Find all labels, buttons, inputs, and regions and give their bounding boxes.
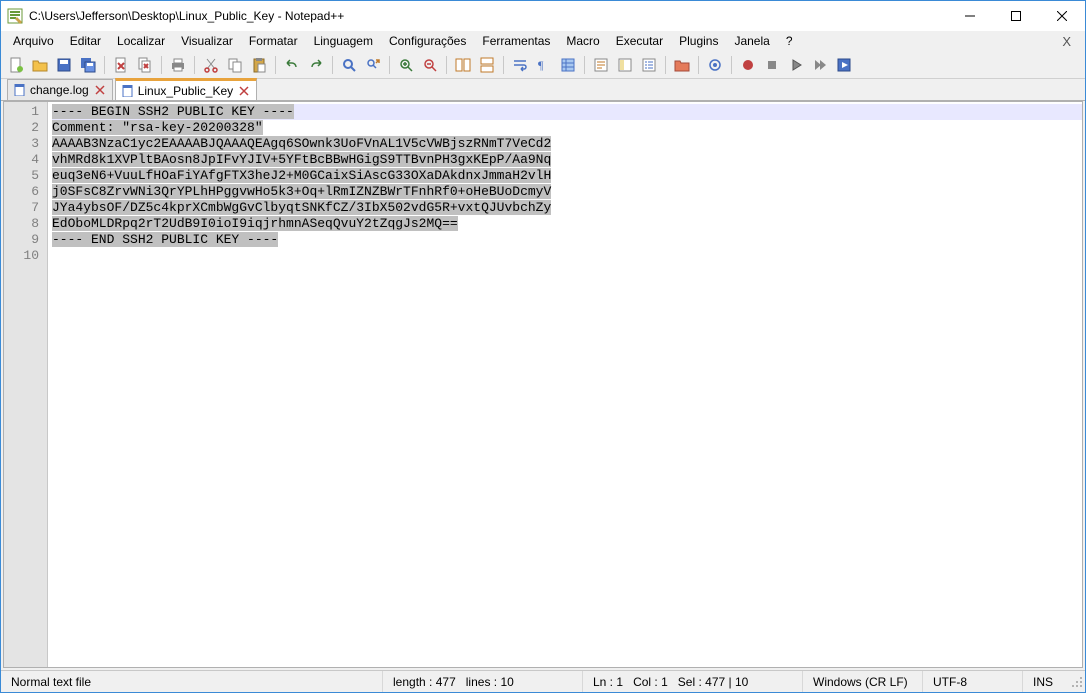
status-eol: Windows (CR LF) [803,671,923,692]
lang-udl-icon[interactable] [590,54,612,76]
menu-arquivo[interactable]: Arquivo [5,32,62,50]
status-position: Ln : 1 Col : 1 Sel : 477 | 10 [583,671,803,692]
maximize-button[interactable] [993,1,1039,31]
play-icon[interactable] [785,54,807,76]
title-bar: C:\Users\Jefferson\Desktop\Linux_Public_… [1,1,1085,31]
file-icon [14,84,26,96]
play-multi-icon[interactable] [809,54,831,76]
toolbar-separator [731,56,732,74]
editor-line[interactable]: euq3eN6+VuuLfHOaFiYAfgFTX3heJ2+M0GCaixSi… [52,168,1082,184]
toolbar-separator [446,56,447,74]
editor-area: 12345678910 ---- BEGIN SSH2 PUBLIC KEY -… [3,101,1083,668]
tab-change-log[interactable]: change.log [7,79,113,100]
monitor-icon[interactable] [704,54,726,76]
editor-line[interactable]: JYa4ybsOF/DZ5c4kprXCmbWgGvClbyqtSNKfCZ/3… [52,200,1082,216]
menu-plugins[interactable]: Plugins [671,32,726,50]
status-insert-mode: INS [1023,671,1067,692]
zoom-out-icon[interactable] [419,54,441,76]
menu-linguagem[interactable]: Linguagem [306,32,381,50]
toolbar-separator [389,56,390,74]
indent-guide-icon[interactable] [557,54,579,76]
tab-label: change.log [30,83,89,97]
sync-v-icon[interactable] [452,54,474,76]
close-window-button[interactable] [1039,1,1085,31]
status-length: length : 477 lines : 10 [383,671,583,692]
cut-icon[interactable] [200,54,222,76]
doc-map-icon[interactable] [614,54,636,76]
editor-line[interactable]: AAAAB3NzaC1yc2EAAAABJQAAAQEAgq6SOwnk3UoF… [52,136,1082,152]
toolbar-separator [161,56,162,74]
toolbar-separator [104,56,105,74]
minimize-button[interactable] [947,1,993,31]
toolbar-separator [332,56,333,74]
menu-localizar[interactable]: Localizar [109,32,173,50]
menu-macro[interactable]: Macro [558,32,607,50]
stop-icon[interactable] [761,54,783,76]
editor-line[interactable]: Comment: "rsa-key-20200328" [52,120,1082,136]
status-bar: Normal text file length : 477 lines : 10… [1,670,1085,692]
editor-line[interactable]: vhMRd8k1XVPltBAosn8JpIFvYJIV+5YFtBcBBwHG… [52,152,1082,168]
find-icon[interactable] [338,54,360,76]
toolbar-separator [194,56,195,74]
status-file-type: Normal text file [1,671,383,692]
menu-configura-es[interactable]: Configurações [381,32,474,50]
menu-ferramentas[interactable]: Ferramentas [474,32,558,50]
tab-close-icon[interactable] [94,84,106,96]
menu-janela[interactable]: Janela [726,32,777,50]
editor-line[interactable]: j0SFsC8ZrvWNi3QrYPLhHPggvwHo5k3+Oq+lRmIZ… [52,184,1082,200]
editor-line[interactable]: ---- BEGIN SSH2 PUBLIC KEY ---- [52,104,1082,120]
window-title: C:\Users\Jefferson\Desktop\Linux_Public_… [29,9,344,23]
toolbar-separator [584,56,585,74]
zoom-in-icon[interactable] [395,54,417,76]
file-icon [122,85,134,97]
svg-text:¶: ¶ [538,58,544,72]
replace-icon[interactable] [362,54,384,76]
menu--[interactable]: ? [778,32,801,50]
status-encoding: UTF-8 [923,671,1023,692]
close-icon[interactable] [110,54,132,76]
menu-bar: ArquivoEditarLocalizarVisualizarFormatar… [1,31,1085,51]
close-all-icon[interactable] [134,54,156,76]
toolbar: ¶ [1,51,1085,79]
folder-workspace-icon[interactable] [671,54,693,76]
menu-close-doc[interactable]: X [1052,32,1081,51]
save-all-icon[interactable] [77,54,99,76]
menu-visualizar[interactable]: Visualizar [173,32,241,50]
line-number-gutter: 12345678910 [4,102,48,667]
all-chars-icon[interactable]: ¶ [533,54,555,76]
editor-line[interactable]: ---- END SSH2 PUBLIC KEY ---- [52,232,1082,248]
editor-line[interactable] [52,248,1082,264]
record-icon[interactable] [737,54,759,76]
app-icon [7,8,23,24]
menu-formatar[interactable]: Formatar [241,32,306,50]
open-file-icon[interactable] [29,54,51,76]
tab-close-icon[interactable] [238,85,250,97]
toolbar-separator [275,56,276,74]
copy-icon[interactable] [224,54,246,76]
func-list-icon[interactable] [638,54,660,76]
tab-bar: change.log Linux_Public_Key [1,79,1085,101]
resize-grip[interactable] [1067,674,1085,690]
menu-executar[interactable]: Executar [608,32,671,50]
wordwrap-icon[interactable] [509,54,531,76]
save-icon[interactable] [53,54,75,76]
toolbar-separator [503,56,504,74]
editor-line[interactable]: EdOboMLDRpq2rT2UdB9I0ioI9iqjrhmnASeqQvuY… [52,216,1082,232]
new-file-icon[interactable] [5,54,27,76]
undo-icon[interactable] [281,54,303,76]
tab-linux-public-key[interactable]: Linux_Public_Key [115,78,257,100]
toolbar-separator [698,56,699,74]
redo-icon[interactable] [305,54,327,76]
menu-editar[interactable]: Editar [62,32,109,50]
paste-icon[interactable] [248,54,270,76]
sync-h-icon[interactable] [476,54,498,76]
toolbar-separator [665,56,666,74]
tab-label: Linux_Public_Key [138,84,233,98]
print-icon[interactable] [167,54,189,76]
text-editor[interactable]: ---- BEGIN SSH2 PUBLIC KEY ----Comment: … [48,102,1082,667]
save-macro-icon[interactable] [833,54,855,76]
